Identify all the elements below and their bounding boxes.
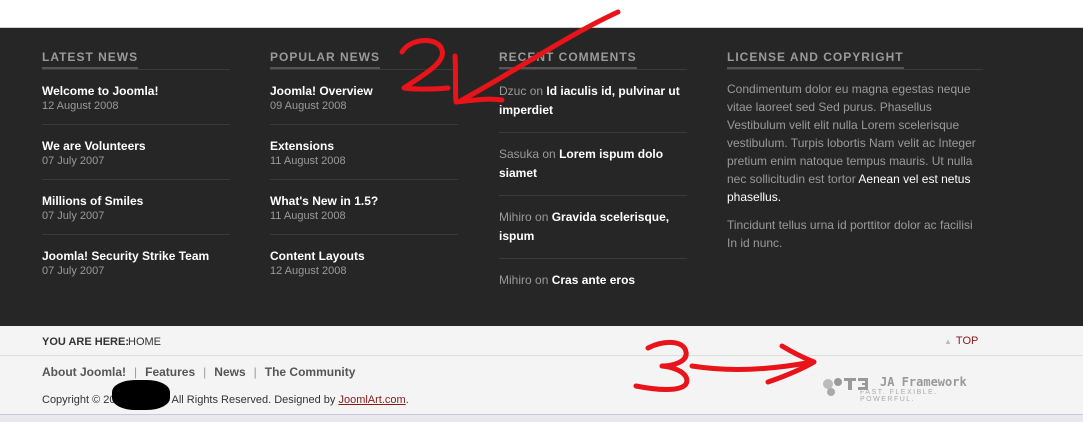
- footer-link-features[interactable]: Features: [145, 365, 195, 379]
- news-link[interactable]: Joomla! Security Strike Team: [42, 248, 230, 264]
- redaction-blob: [111, 380, 170, 410]
- bottom-edge: [0, 414, 1083, 422]
- recent-comments-module: RECENT COMMENTS Dzuc on Id iaculis id, p…: [499, 48, 687, 302]
- news-date: 11 August 2008: [270, 210, 346, 222]
- news-link[interactable]: We are Volunteers: [42, 138, 230, 154]
- footer-modules-area: LATEST NEWS Welcome to Joomla! 12 August…: [0, 28, 1083, 326]
- top-label: TOP: [955, 335, 979, 347]
- popular-news-module: POPULAR NEWS Joomla! Overview 09 August …: [270, 48, 458, 289]
- breadcrumb-label: YOU ARE HERE:: [42, 336, 129, 348]
- copyright-suffix: All Rights Reserved. Designed by: [171, 393, 336, 406]
- popular-news-heading: POPULAR NEWS: [270, 50, 381, 69]
- news-date: 12 August 2008: [42, 100, 119, 112]
- news-link[interactable]: Welcome to Joomla!: [42, 83, 230, 99]
- news-date: 07 July 2007: [42, 155, 105, 167]
- ja-framework-tagline: FAST. FLEXIBLE. POWERFUL.: [860, 389, 938, 403]
- comment-author: Sasuka: [499, 147, 540, 161]
- license-paragraph-2: Tincidunt tellus urna id porttitor dolor…: [727, 218, 973, 250]
- comment-author: Mihiro: [499, 273, 532, 287]
- back-to-top-link[interactable]: ▲ TOP: [944, 335, 978, 347]
- footer-link-news[interactable]: News: [214, 365, 245, 379]
- footer-link-community[interactable]: The Community: [265, 365, 356, 379]
- arrow-up-icon: ▲: [944, 337, 952, 346]
- news-link[interactable]: Joomla! Overview: [270, 83, 458, 99]
- copyright-prefix: Copyright © 20: [42, 393, 116, 406]
- breadcrumb: YOU ARE HERE: HOME ▲ TOP: [0, 326, 1083, 356]
- comment-on: on: [535, 210, 549, 224]
- comment-link[interactable]: Id iaculis id, pulvinar ut imperdiet: [499, 84, 680, 117]
- comment-on: on: [535, 273, 549, 287]
- list-item: Mihiro on Cras ante eros: [499, 259, 687, 302]
- news-date: 07 July 2007: [42, 265, 105, 277]
- list-item: Mihiro on Gravida scelerisque, ispum: [499, 196, 687, 259]
- news-date: 12 August 2008: [270, 265, 347, 277]
- list-item: Millions of Smiles 07 July 2007: [42, 180, 230, 235]
- license-module: LICENSE AND COPYRIGHT Condimentum dolor …: [727, 48, 983, 252]
- latest-news-module: LATEST NEWS Welcome to Joomla! 12 August…: [42, 48, 230, 289]
- news-date: 11 August 2008: [270, 155, 346, 167]
- news-link[interactable]: Millions of Smiles: [42, 193, 230, 209]
- comment-author: Dzuc: [499, 84, 527, 98]
- list-item: Sasuka on Lorem ispum dolo siamet: [499, 133, 687, 196]
- list-item: Joomla! Security Strike Team 07 July 200…: [42, 235, 230, 289]
- ja-framework-name: JA Framework: [880, 375, 967, 389]
- copyright-text: Copyright © 20 All Rights Reserved. Desig…: [42, 380, 409, 410]
- copyright-period: .: [405, 393, 409, 406]
- news-date: 09 August 2008: [270, 100, 347, 112]
- license-text: Condimentum dolor eu magna egestas neque…: [727, 82, 976, 186]
- license-paragraph: Condimentum dolor eu magna egestas neque…: [727, 80, 983, 206]
- list-item: Dzuc on Id iaculis id, pulvinar ut imper…: [499, 70, 687, 133]
- breadcrumb-home[interactable]: HOME: [128, 336, 161, 348]
- latest-news-heading: LATEST NEWS: [42, 50, 139, 69]
- footer-link-about[interactable]: About Joomla!: [42, 365, 126, 379]
- list-item: Extensions 11 August 2008: [270, 125, 458, 180]
- list-item: Joomla! Overview 09 August 2008: [270, 70, 458, 125]
- recent-comments-heading: RECENT COMMENTS: [499, 50, 637, 69]
- list-item: What's New in 1.5? 11 August 2008: [270, 180, 458, 235]
- comment-link[interactable]: Cras ante eros: [552, 273, 635, 287]
- list-item: Content Layouts 12 August 2008: [270, 235, 458, 289]
- comment-on: on: [542, 147, 556, 161]
- comment-on: on: [529, 84, 544, 98]
- news-link[interactable]: What's New in 1.5?: [270, 193, 458, 209]
- list-item: Welcome to Joomla! 12 August 2008: [42, 70, 230, 125]
- license-heading: LICENSE AND COPYRIGHT: [727, 50, 904, 69]
- news-link[interactable]: Content Layouts: [270, 248, 458, 264]
- news-link[interactable]: Extensions: [270, 138, 458, 154]
- news-date: 07 July 2007: [42, 210, 105, 222]
- footer-nav: About Joomla! | Features | News | The Communit…: [42, 365, 356, 379]
- ja-framework-badge[interactable]: JA Framework FAST. FLEXIBLE. POWERFUL.: [822, 374, 982, 403]
- joomlart-link[interactable]: JoomlArt.com: [338, 394, 405, 406]
- list-item: We are Volunteers 07 July 2007: [42, 125, 230, 180]
- comment-author: Mihiro: [499, 210, 532, 224]
- top-white-strip: [0, 0, 1083, 28]
